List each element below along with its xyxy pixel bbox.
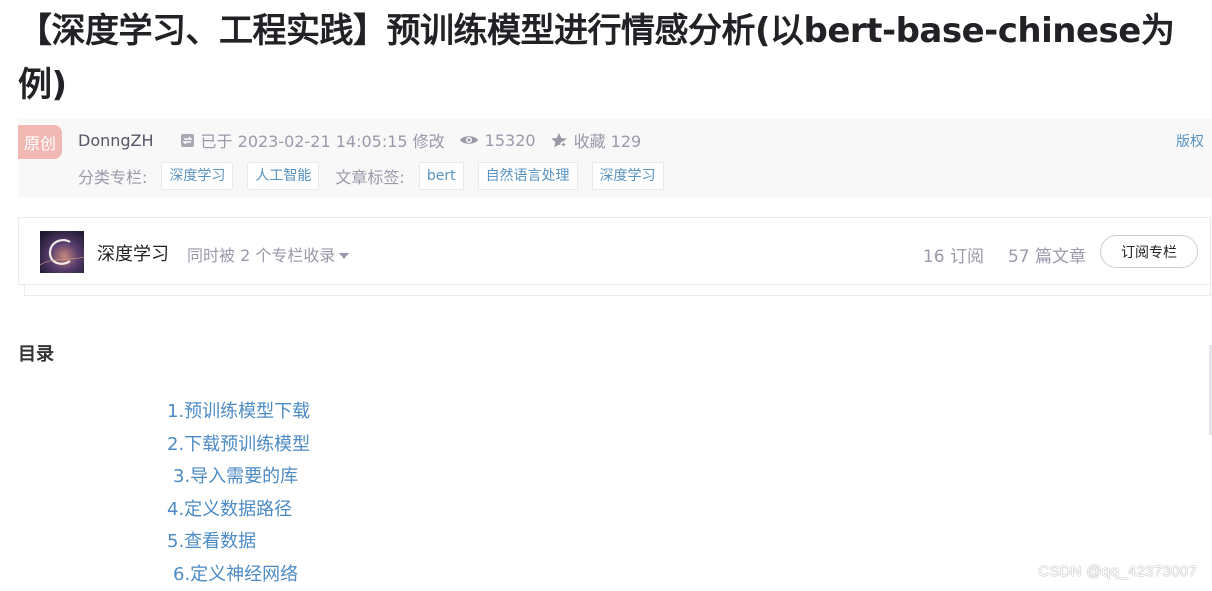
toc-link[interactable]: 3.导入需要的库 (173, 466, 298, 487)
view-count-value: 15320 (484, 130, 536, 150)
toc-heading: 目录 (18, 344, 54, 365)
modified-text: 已于 2023-02-21 14:05:15 修改 (200, 132, 445, 151)
column-card: 深度学习 同时被 2 个专栏收录 16 订阅 57 篇文章 订阅专栏 (18, 217, 1211, 285)
author-link[interactable]: DonngZH (78, 131, 154, 150)
column-card-stack (24, 285, 1211, 296)
eye-icon (459, 133, 479, 147)
star-icon (550, 132, 568, 149)
article-title: 【深度学习、工程实践】预训练模型进行情感分析(以bert-base-chines… (18, 11, 1175, 105)
toc-item[interactable]: 3.导入需要的库 (167, 461, 310, 494)
meta-row: DonngZH 已于 2023-02-21 14:05:15 修改 15320 … (78, 127, 655, 153)
column-subscribers: 16 订阅 (922, 247, 984, 267)
edit-time-icon (180, 133, 195, 148)
column-also-text: 同时被 2 个专栏收录 (187, 246, 336, 265)
category-label: 分类专栏: (78, 168, 148, 187)
tags-row: 分类专栏: 深度学习 人工智能 文章标签: bert 自然语言处理 深度学习 (78, 161, 678, 191)
toc-link[interactable]: 5.查看数据 (167, 531, 256, 552)
favorite-count[interactable]: 收藏 129 (550, 128, 642, 152)
caret-down-icon (339, 245, 350, 264)
watermark: CSDN @qq_42373007 (1038, 563, 1197, 580)
toc-item[interactable]: 6.定义神经网络 (167, 559, 310, 591)
subscribe-column-button[interactable]: 订阅专栏 (1100, 235, 1198, 268)
tags-label: 文章标签: (335, 168, 405, 187)
toc-link[interactable]: 4.定义数据路径 (167, 499, 292, 520)
view-count: 15320 (459, 131, 536, 150)
article-tag[interactable]: 自然语言处理 (477, 162, 578, 190)
article-tag[interactable]: 深度学习 (591, 162, 664, 190)
toc-link[interactable]: 1.预训练模型下载 (167, 401, 310, 422)
copyright-link[interactable]: 版权 (1176, 131, 1204, 151)
column-article-count: 57 篇文章 (1007, 247, 1086, 267)
favorite-text: 收藏 129 (573, 132, 642, 151)
toc-item[interactable]: 4.定义数据路径 (167, 494, 310, 527)
article-tag[interactable]: bert (418, 162, 464, 190)
toc-list: 1.预训练模型下载 2.下载预训练模型 3.导入需要的库 4.定义数据路径 5.… (167, 396, 310, 591)
article-meta-panel: 原创 DonngZH 已于 2023-02-21 14:05:15 修改 153… (18, 119, 1212, 197)
modified-info: 已于 2023-02-21 14:05:15 修改 (180, 128, 445, 152)
column-also-included[interactable]: 同时被 2 个专栏收录 (187, 242, 350, 266)
toc-link[interactable]: 6.定义神经网络 (173, 564, 298, 585)
toc-item[interactable]: 2.下载预训练模型 (167, 429, 310, 462)
toc-item[interactable]: 5.查看数据 (167, 526, 310, 559)
column-stats: 16 订阅 57 篇文章 (923, 242, 1086, 267)
toc-item[interactable]: 1.预训练模型下载 (167, 396, 310, 429)
original-badge: 原创 (18, 125, 62, 159)
column-avatar[interactable] (40, 231, 84, 273)
category-tag[interactable]: 人工智能 (247, 162, 320, 190)
toc-link[interactable]: 2.下载预训练模型 (167, 434, 310, 455)
column-name[interactable]: 深度学习 (97, 240, 169, 266)
category-tag[interactable]: 深度学习 (161, 162, 234, 190)
